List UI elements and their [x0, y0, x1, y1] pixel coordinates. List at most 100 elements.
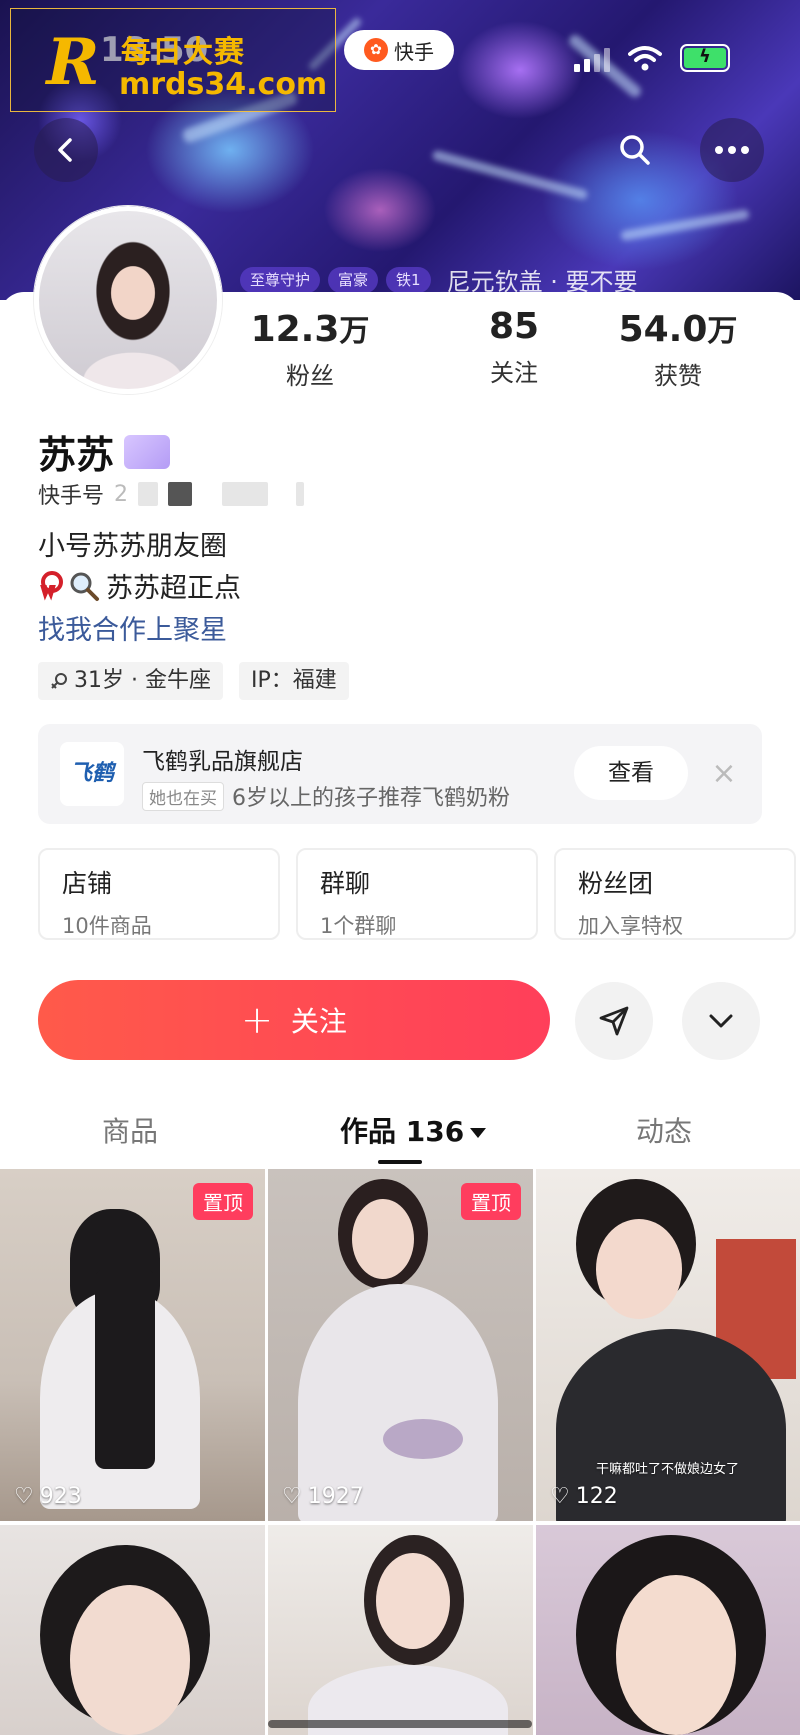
send-icon — [599, 1006, 629, 1036]
stat-following[interactable]: 85 关注 — [424, 306, 604, 388]
cooperation-link[interactable]: 找我合作上聚星 — [38, 608, 227, 647]
work-item[interactable]: 干嘛都吐了不做娘边女了 ♡ 122 — [536, 1169, 800, 1521]
pinned-badge: 置顶 — [193, 1183, 253, 1220]
stat-likes[interactable]: 54.0万 获赞 — [588, 306, 768, 391]
battery-icon: ϟ — [680, 44, 730, 72]
profile-name: 苏苏 — [38, 424, 171, 479]
work-item[interactable]: ♡ 923 置顶 — [0, 1169, 265, 1521]
heart-icon: ♡ — [282, 1484, 302, 1509]
work-item[interactable] — [536, 1525, 800, 1735]
hero-tag: 富豪 — [328, 266, 379, 293]
like-count: ♡ 122 — [550, 1484, 618, 1509]
watermark-logo: R — [46, 25, 100, 100]
like-count-value: 122 — [575, 1484, 618, 1509]
id-redaction — [168, 482, 193, 506]
expand-button[interactable] — [682, 982, 760, 1060]
store-desc: 6岁以上的孩子推荐飞鹤奶粉 — [232, 786, 510, 811]
id-redaction — [138, 482, 159, 506]
work-caption: 干嘛都吐了不做娘边女了 — [596, 1462, 740, 1477]
works-grid: ♡ 923 置顶 ♡ 1927 置顶 干嘛都吐了不做娘边女了 ♡ 122 — [0, 1169, 800, 1735]
heart-icon: ♡ — [14, 1484, 34, 1509]
ribbon-icon — [38, 570, 63, 601]
work-item[interactable] — [268, 1525, 533, 1735]
bio-line: 小号苏苏朋友圈 — [38, 531, 227, 562]
store-name: 飞鹤乳品旗舰店 — [142, 749, 303, 775]
profile-name-text: 苏苏 — [38, 433, 115, 477]
app-pill-label: 快手 — [394, 39, 434, 64]
watermark: R 每日大赛 mrds34.com — [10, 8, 336, 112]
feature-group-chat[interactable]: 群聊 1个群聊 — [296, 848, 538, 940]
store-logo: 飞鹤 — [60, 742, 124, 806]
feature-sub: 10件商品 — [62, 914, 152, 938]
kuaishou-id[interactable]: 快手号 2 — [38, 478, 305, 510]
caret-down-icon — [470, 1128, 487, 1138]
kuaishou-logo-icon: ✿ — [364, 38, 388, 62]
follow-button[interactable]: + 关注 — [38, 980, 550, 1060]
app-pill[interactable]: ✿ 快手 — [344, 30, 454, 70]
feature-sub: 加入享特权 — [578, 914, 683, 938]
feature-title: 群聊 — [320, 869, 371, 898]
work-item[interactable]: ♡ 1927 置顶 — [268, 1169, 533, 1521]
more-button[interactable] — [700, 118, 764, 182]
tab-works-label: 作品 136 — [340, 1115, 465, 1148]
stat-unit: 万 — [707, 314, 738, 349]
tab-moments[interactable]: 动态 — [636, 1110, 692, 1150]
tab-goods[interactable]: 商品 — [102, 1110, 158, 1150]
back-button[interactable] — [34, 118, 98, 182]
feature-title: 粉丝团 — [578, 869, 654, 898]
tab-works[interactable]: 作品 136 — [340, 1110, 487, 1150]
kuaishou-id-fragment: 2 — [114, 481, 129, 507]
ip-chip-text: IP：福建 — [250, 668, 337, 693]
bio-line: 苏苏超正点 — [38, 566, 241, 605]
level-badge-icon[interactable] — [124, 434, 171, 469]
stat-unit: 万 — [339, 314, 370, 349]
hero-tag: 至尊守护 — [240, 266, 321, 293]
feature-fan-club[interactable]: 粉丝团 加入享特权 — [554, 848, 796, 940]
avatar[interactable] — [34, 206, 222, 394]
like-count: ♡ 1927 — [282, 1484, 364, 1509]
cellular-signal-icon — [574, 48, 614, 72]
like-count: ♡ 923 — [14, 1484, 82, 1509]
heart-icon: ♡ — [550, 1484, 570, 1509]
stat-value: 12.3 — [250, 309, 340, 350]
feature-sub: 1个群聊 — [320, 914, 397, 938]
share-button[interactable] — [575, 982, 653, 1060]
store-subline: 她也在买 6岁以上的孩子推荐飞鹤奶粉 — [142, 780, 510, 812]
gender-icon — [51, 673, 67, 689]
close-icon[interactable]: × — [706, 756, 742, 792]
ip-chip: IP：福建 — [238, 662, 349, 700]
stat-label: 粉丝 — [286, 362, 334, 390]
active-tab-indicator — [378, 1160, 422, 1164]
store-tag: 她也在买 — [142, 781, 224, 811]
work-item[interactable] — [0, 1525, 265, 1735]
view-store-button[interactable]: 查看 — [574, 746, 688, 800]
kuaishou-id-label: 快手号 — [38, 484, 105, 509]
stat-label: 关注 — [490, 359, 538, 387]
feature-shop[interactable]: 店铺 10件商品 — [38, 848, 280, 940]
pinned-badge: 置顶 — [461, 1183, 521, 1220]
magnifier-icon — [70, 572, 99, 601]
feature-title: 店铺 — [62, 869, 113, 898]
search-button[interactable] — [603, 118, 667, 182]
stat-followers[interactable]: 12.3万 粉丝 — [220, 306, 400, 391]
bio-line-text: 苏苏超正点 — [106, 573, 241, 604]
search-icon — [620, 135, 650, 165]
home-indicator — [268, 1720, 532, 1728]
like-count-value: 923 — [39, 1484, 82, 1509]
chevron-down-icon — [709, 1014, 733, 1028]
plus-icon: + — [241, 998, 273, 1042]
watermark-title: 每日大赛 — [121, 35, 245, 70]
hero-tag: 铁1 — [386, 266, 431, 293]
wifi-icon — [628, 46, 662, 71]
like-count-value: 1927 — [307, 1484, 364, 1509]
id-redaction — [296, 482, 305, 506]
stat-value: 85 — [488, 306, 540, 347]
back-arrow-icon — [58, 138, 72, 162]
age-chip: 31岁 · 金牛座 — [38, 662, 223, 700]
id-redaction — [222, 482, 269, 506]
watermark-url: mrds34.com — [119, 67, 328, 102]
age-chip-text: 31岁 · 金牛座 — [74, 668, 211, 693]
stat-value: 54.0 — [618, 309, 708, 350]
follow-label: 关注 — [290, 1005, 347, 1038]
store-banner[interactable]: 飞鹤 飞鹤乳品旗舰店 她也在买 6岁以上的孩子推荐飞鹤奶粉 查看 × — [38, 724, 762, 824]
